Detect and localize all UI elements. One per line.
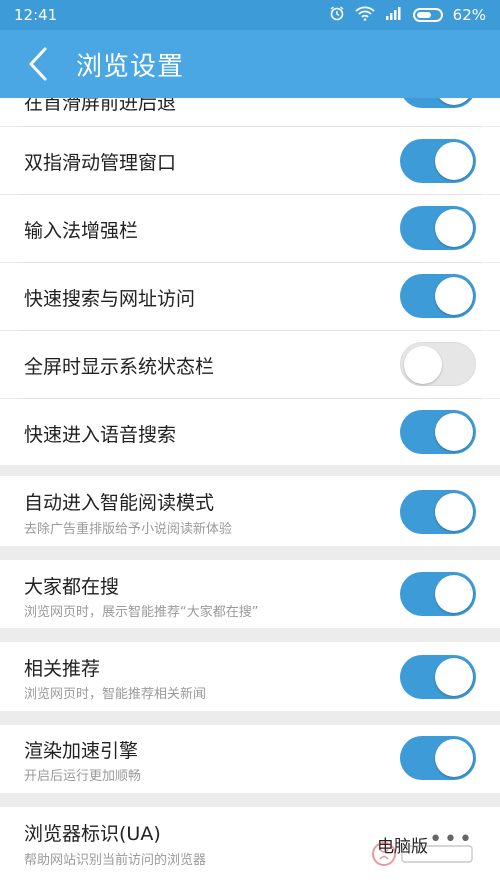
setting-description: 开启后运行更加顺畅: [24, 769, 142, 784]
setting-label: 自动进入智能阅读模式: [24, 492, 215, 514]
setting-row[interactable]: 快速搜索与网址访问: [0, 263, 500, 330]
setting-description: 去除广告重排版给予小说阅读新体验: [24, 522, 233, 537]
setting-label: 全屏时显示系统状态栏: [24, 356, 215, 378]
setting-row[interactable]: 大家都在搜 浏览网页时，展示智能推荐“大家都在搜”: [0, 560, 500, 628]
back-button[interactable]: [0, 30, 76, 98]
setting-row[interactable]: 双指滑动管理窗口: [0, 127, 500, 194]
settings-list: 在首滑屏前进后退 双指滑动管理窗口 输入法增强栏 快速搜索与网址访问 全屏时显示…: [0, 98, 500, 889]
status-icons: 62%: [329, 5, 486, 25]
setting-label: 渲染加速引擎: [24, 740, 139, 762]
toggle-switch[interactable]: [400, 274, 476, 318]
toggle-knob: [435, 413, 473, 451]
battery-percent: 62%: [452, 6, 486, 24]
setting-label: 相关推荐: [24, 658, 101, 680]
setting-label: 输入法增强栏: [24, 220, 139, 242]
toggle-switch[interactable]: [400, 342, 476, 386]
toggle-knob: [404, 346, 442, 384]
toggle-switch[interactable]: [400, 490, 476, 534]
setting-label: 大家都在搜: [24, 576, 120, 598]
toggle-switch[interactable]: [400, 206, 476, 250]
toggle-switch[interactable]: [400, 655, 476, 699]
toggle-knob: [435, 142, 473, 180]
status-bar: 12:41 62%: [0, 0, 500, 30]
setting-label: 快速进入语音搜索: [24, 424, 177, 446]
setting-row[interactable]: 全屏时显示系统状态栏: [0, 331, 500, 398]
setting-row[interactable]: 在首滑屏前进后退: [0, 98, 500, 126]
setting-label: 快速搜索与网址访问: [24, 288, 196, 310]
page-title: 浏览设置: [76, 51, 185, 82]
toggle-switch[interactable]: [400, 410, 476, 454]
setting-label: 浏览器标识(UA): [24, 823, 161, 845]
chevron-left-icon: [29, 47, 47, 81]
title-bar: 浏览设置: [0, 30, 500, 98]
toggle-switch[interactable]: [400, 572, 476, 616]
toggle-knob: [435, 493, 473, 531]
setting-label: 在首滑屏前进后退: [24, 98, 177, 114]
signal-icon: [385, 6, 403, 24]
toggle-switch[interactable]: [400, 736, 476, 780]
alarm-icon: [329, 5, 345, 25]
battery-icon: [412, 8, 443, 22]
toggle-knob: [435, 209, 473, 247]
setting-row[interactable]: 自动进入智能阅读模式 去除广告重排版给予小说阅读新体验: [0, 476, 500, 546]
toggle-knob: [435, 277, 473, 315]
toggle-knob: [435, 739, 473, 777]
toggle-knob: [435, 658, 473, 696]
setting-row[interactable]: 快速进入语音搜索: [0, 399, 500, 465]
setting-description: 浏览网页时，智能推荐相关新闻: [24, 687, 207, 702]
toggle-switch[interactable]: [400, 139, 476, 183]
toggle-switch[interactable]: [400, 98, 476, 108]
setting-description: 帮助网站识别当前访问的浏览器: [24, 853, 207, 868]
toggle-knob: [435, 98, 473, 105]
setting-description: 浏览网页时，展示智能推荐“大家都在搜”: [24, 605, 259, 620]
status-time: 12:41: [14, 6, 58, 24]
watermark-logo: [372, 842, 473, 866]
toggle-knob: [435, 575, 473, 613]
setting-label: 双指滑动管理窗口: [24, 152, 177, 174]
setting-row[interactable]: 渲染加速引擎 开启后运行更加顺畅: [0, 725, 500, 793]
wifi-icon: [355, 5, 375, 25]
setting-row[interactable]: 输入法增强栏: [0, 195, 500, 262]
setting-row[interactable]: 相关推荐 浏览网页时，智能推荐相关新闻: [0, 642, 500, 711]
